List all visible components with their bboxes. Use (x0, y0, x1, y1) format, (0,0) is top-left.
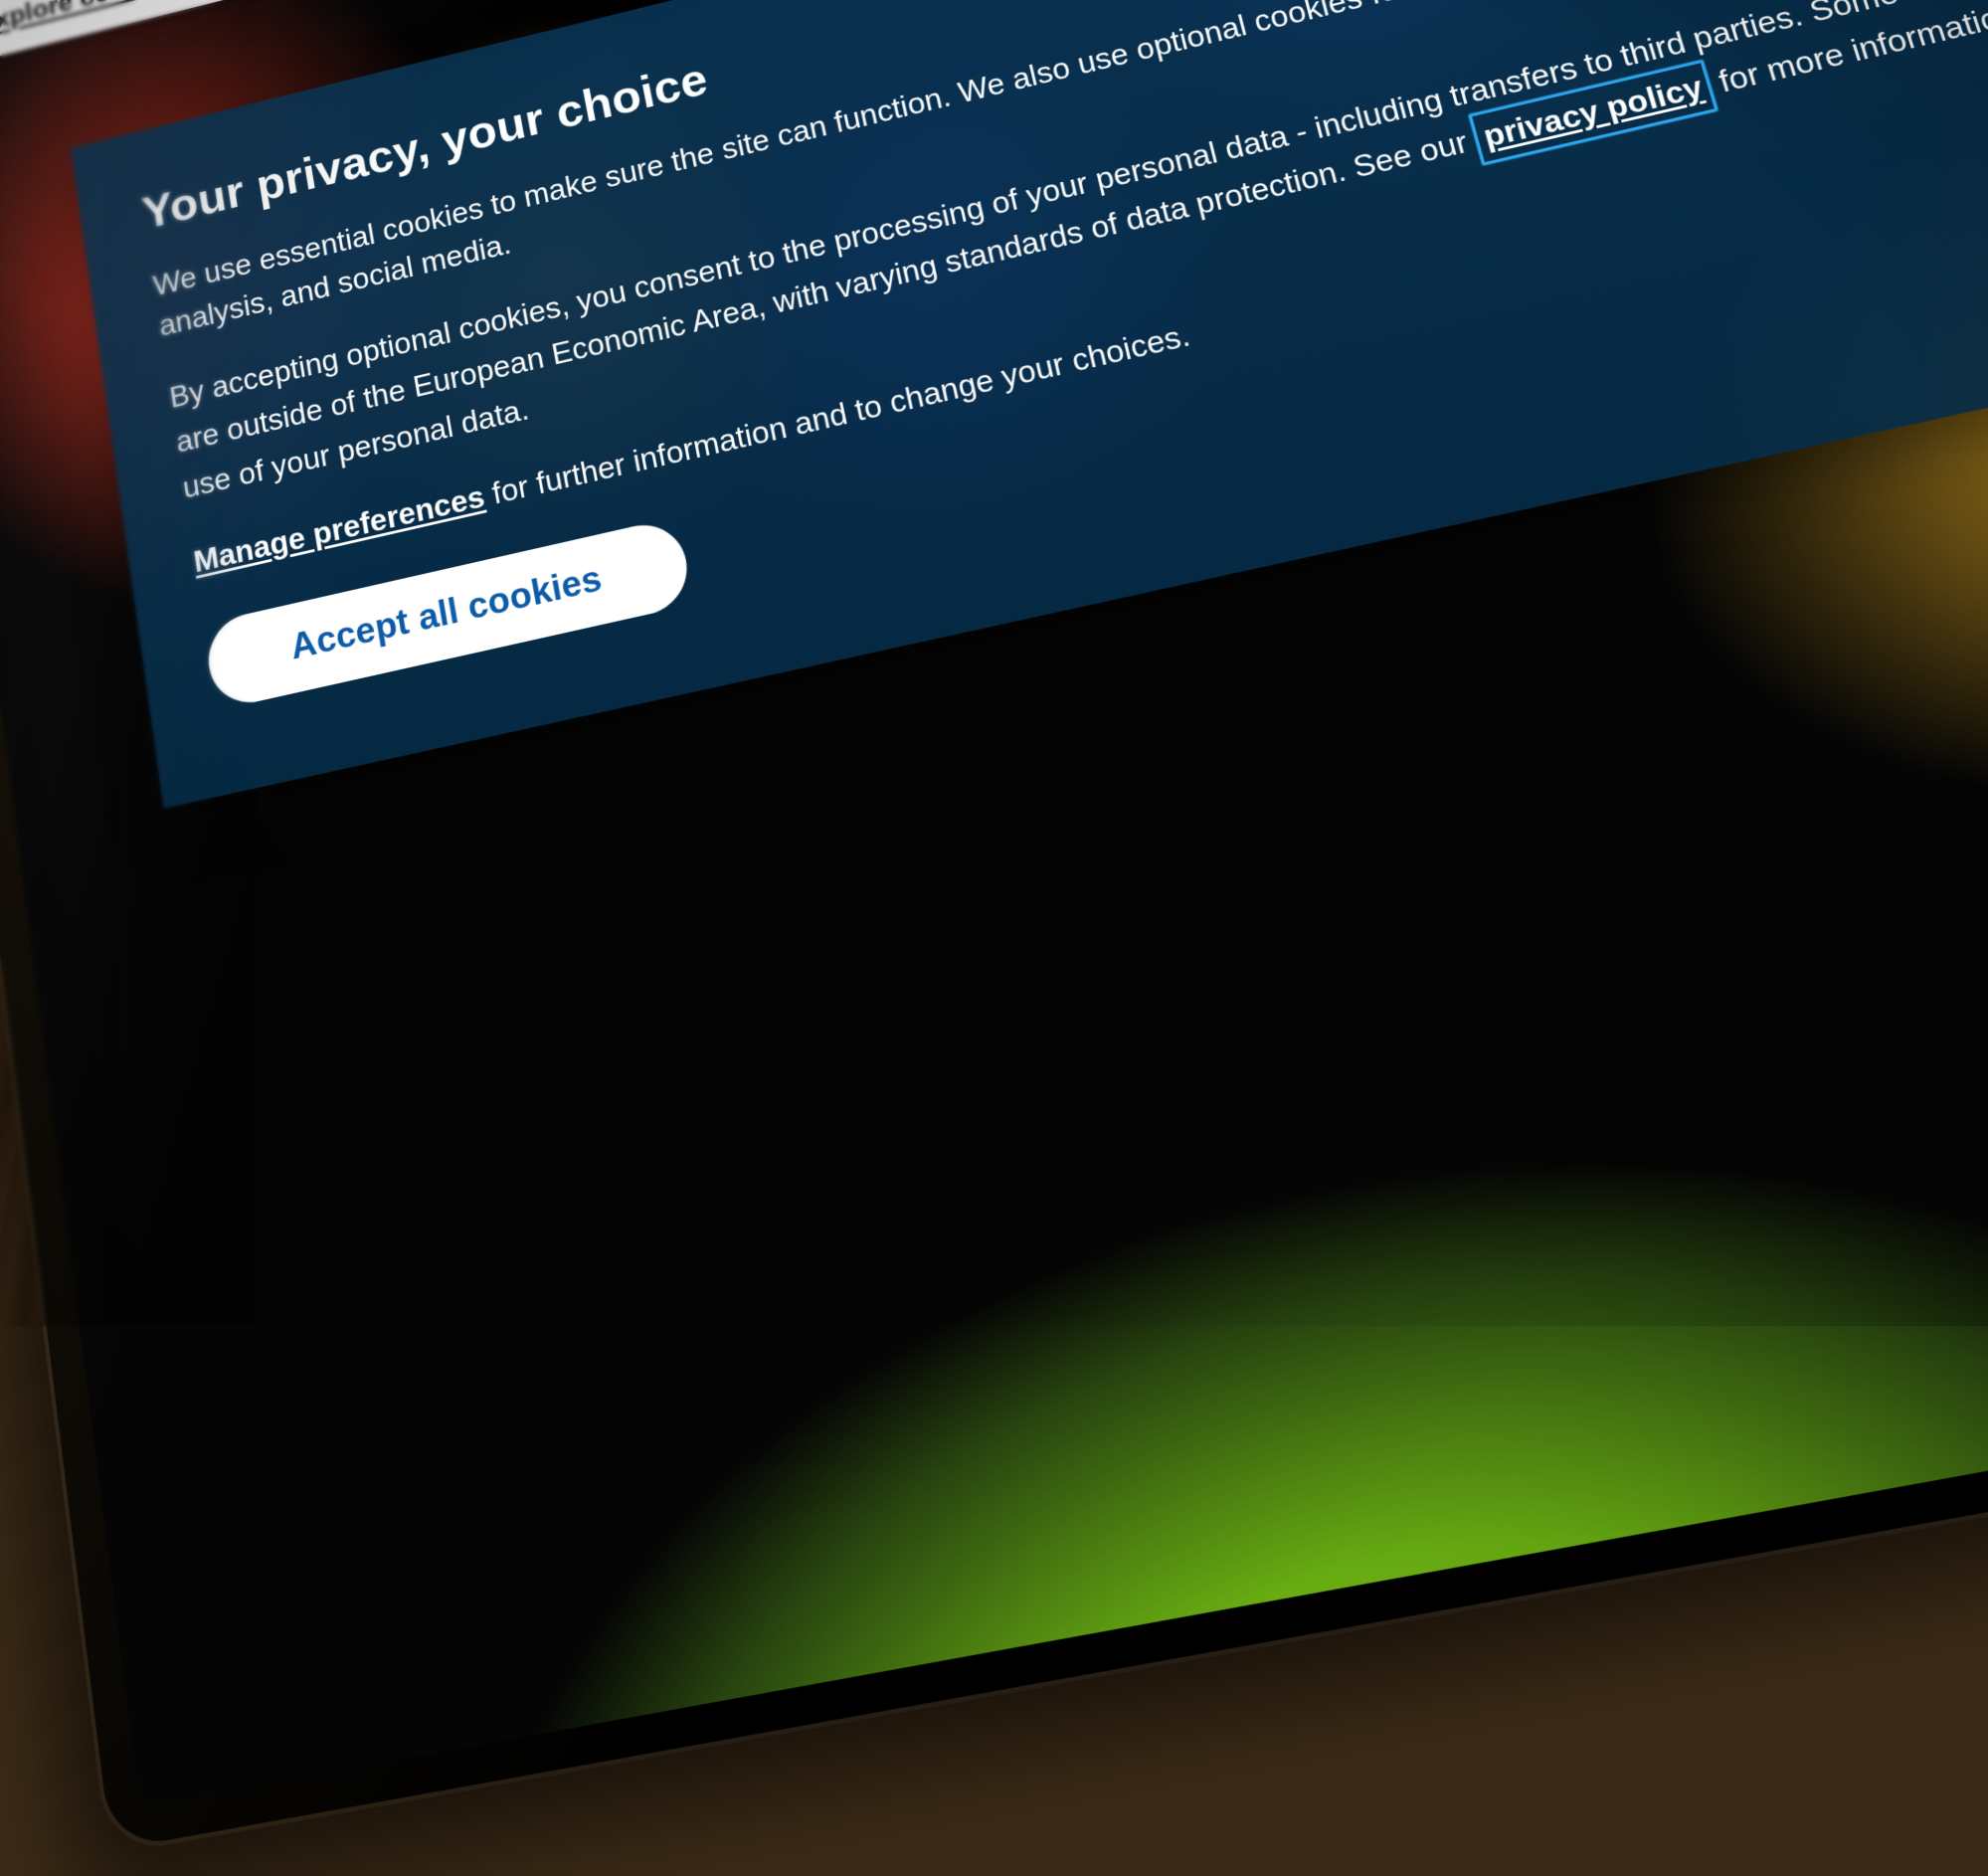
tablet-frame: Explore content Your privacy, your choic… (0, 0, 1988, 1855)
tablet-screen: Explore content Your privacy, your choic… (0, 0, 1988, 1806)
